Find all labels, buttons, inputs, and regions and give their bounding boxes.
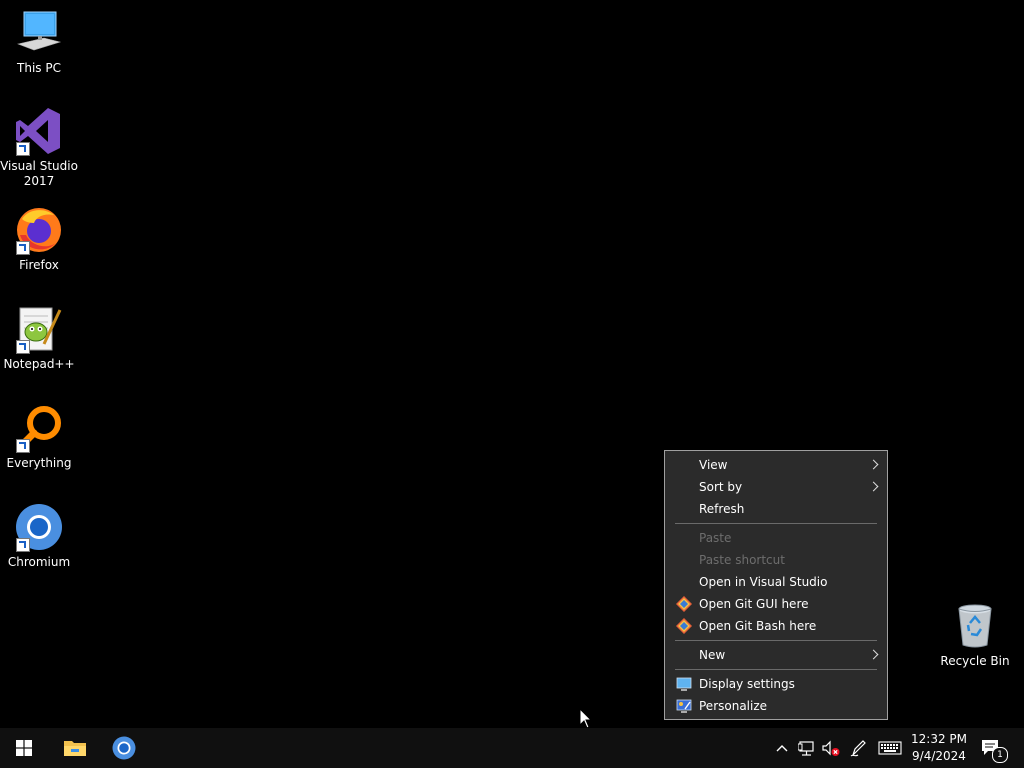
git-icon <box>676 618 692 634</box>
desktop-icon-label: Visual Studio 2017 <box>0 159 78 188</box>
desktop-icon-everything[interactable]: Everything <box>0 403 78 471</box>
action-center-button[interactable]: 1 <box>980 737 1008 763</box>
shortcut-arrow-icon <box>16 241 30 255</box>
desktop-icon-notepadpp[interactable]: Notepad++ <box>0 304 78 372</box>
display-icon <box>676 677 692 691</box>
menu-item-open-in-visual-studio[interactable]: Open in Visual Studio <box>666 571 886 593</box>
menu-item-personalize[interactable]: Personalize <box>666 695 886 717</box>
desktop-icon-visual-studio[interactable]: Visual Studio 2017 <box>0 106 78 189</box>
menu-separator <box>675 523 877 524</box>
desktop-icon-label: Recycle Bin <box>940 654 1010 668</box>
taskbar: 12:32 PM 9/4/2024 1 <box>0 728 1024 768</box>
git-icon <box>676 596 692 612</box>
desktop-icon-label: Everything <box>6 456 72 470</box>
chevron-up-icon[interactable] <box>775 738 789 758</box>
taskbar-clock[interactable]: 12:32 PM 9/4/2024 <box>904 731 974 765</box>
network-icon[interactable] <box>798 738 816 758</box>
mouse-cursor-icon <box>579 708 593 729</box>
desktop-icon-label: Chromium <box>7 555 71 569</box>
menu-item-paste[interactable]: Paste <box>666 527 886 549</box>
personalize-icon <box>676 699 692 713</box>
menu-item-label: Refresh <box>699 502 745 516</box>
shortcut-arrow-icon <box>16 538 30 552</box>
menu-item-label: New <box>699 648 726 662</box>
menu-item-label: Paste <box>699 531 732 545</box>
clock-date: 9/4/2024 <box>912 749 966 763</box>
menu-item-label: Sort by <box>699 480 743 494</box>
chromium-icon <box>112 736 136 760</box>
keyboard-icon[interactable] <box>878 738 902 758</box>
desktop-icon-firefox[interactable]: Firefox <box>0 205 78 273</box>
menu-item-refresh[interactable]: Refresh <box>666 498 886 520</box>
taskbar-file-explorer[interactable] <box>52 728 98 768</box>
chevron-right-icon <box>868 459 879 470</box>
windows-start-icon <box>16 740 32 756</box>
shortcut-arrow-icon <box>16 439 30 453</box>
volume-muted-icon[interactable] <box>821 738 841 758</box>
menu-item-label: Paste shortcut <box>699 553 785 567</box>
clock-time: 12:32 PM <box>911 732 967 746</box>
firefox-icon <box>14 205 64 255</box>
shortcut-arrow-icon <box>16 142 30 156</box>
start-button[interactable] <box>0 728 46 768</box>
recycle-bin-icon <box>950 601 1000 651</box>
desktop-icon-label: Firefox <box>19 258 59 272</box>
everything-search-icon <box>14 403 64 453</box>
desktop-icon-label: This PC <box>17 61 61 75</box>
menu-item-open-git-bash[interactable]: Open Git Bash here <box>666 615 886 637</box>
menu-item-label: Personalize <box>699 699 768 713</box>
menu-item-label: Open Git GUI here <box>699 597 809 611</box>
menu-item-sort-by[interactable]: Sort by <box>666 476 886 498</box>
taskbar-chromium[interactable] <box>101 728 147 768</box>
menu-item-label: Open in Visual Studio <box>699 575 828 589</box>
chevron-right-icon <box>868 481 879 492</box>
chevron-right-icon <box>868 649 879 660</box>
computer-icon <box>14 8 64 58</box>
menu-item-label: Open Git Bash here <box>699 619 817 633</box>
desktop-icon-recycle-bin[interactable]: Recycle Bin <box>936 601 1014 669</box>
notepadpp-icon <box>14 304 64 354</box>
menu-item-label: View <box>699 458 728 472</box>
menu-item-new[interactable]: New <box>666 644 886 666</box>
desktop-icon-label: Notepad++ <box>3 357 75 371</box>
menu-item-label: Display settings <box>699 677 795 691</box>
shortcut-arrow-icon <box>16 340 30 354</box>
menu-item-paste-shortcut[interactable]: Paste shortcut <box>666 549 886 571</box>
desktop-icon-chromium[interactable]: Chromium <box>0 502 78 570</box>
file-explorer-icon <box>64 741 86 756</box>
pen-icon[interactable] <box>849 738 867 758</box>
desktop-context-menu: View Sort by Refresh Paste Paste shortcu… <box>664 450 888 720</box>
notification-count-badge: 1 <box>992 747 1008 763</box>
chromium-icon <box>14 502 64 552</box>
menu-item-open-git-gui[interactable]: Open Git GUI here <box>666 593 886 615</box>
desktop[interactable]: This PC Visual Studio 2017 Firefox Notep… <box>0 0 1024 729</box>
menu-item-view[interactable]: View <box>666 454 886 476</box>
menu-separator <box>675 640 877 641</box>
menu-item-display-settings[interactable]: Display settings <box>666 673 886 695</box>
desktop-icon-this-pc[interactable]: This PC <box>0 8 78 76</box>
menu-separator <box>675 669 877 670</box>
visual-studio-icon <box>14 106 64 156</box>
